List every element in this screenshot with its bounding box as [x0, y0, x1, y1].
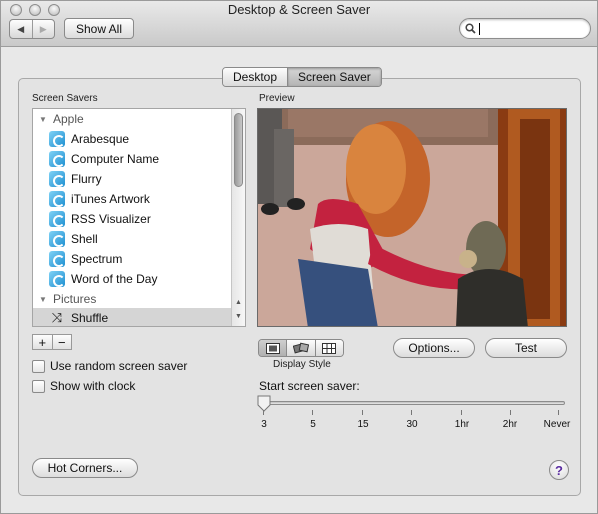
slider-tick-label: 5	[310, 419, 316, 430]
window-title: Desktop & Screen Saver	[227, 2, 371, 17]
text-caret	[479, 23, 480, 35]
disclosure-triangle-icon[interactable]: ▼	[39, 295, 47, 304]
title-bar: Desktop & Screen Saver ◀ ▶ Show All	[1, 1, 597, 47]
list-item-label: iTunes Artwork	[71, 192, 150, 206]
list-group-pictures[interactable]: ▼ Pictures	[33, 289, 232, 309]
list-item-label: Arabesque	[71, 132, 130, 146]
back-arrow-icon[interactable]: ◀	[10, 20, 32, 38]
scrollbar-thumb[interactable]	[234, 113, 243, 187]
help-icon[interactable]: ?	[549, 460, 569, 480]
slider-tick-label: 15	[357, 419, 369, 430]
list-item-label: Computer Name	[71, 152, 160, 166]
screen-saver-icon	[49, 171, 65, 187]
slider-tick	[461, 410, 462, 415]
tab-desktop[interactable]: Desktop	[223, 68, 288, 86]
show-all-button[interactable]: Show All	[64, 18, 134, 39]
preferences-window: Desktop & Screen Saver ◀ ▶ Show All Desk…	[0, 0, 598, 514]
preview-heading: Preview	[259, 93, 295, 104]
scroll-down-arrow-icon[interactable]: ▼	[235, 313, 242, 320]
slider-tick-label: 1hr	[454, 419, 470, 430]
collage-style-icon[interactable]	[286, 340, 315, 356]
screen-saver-icon	[49, 211, 65, 227]
screen-savers-heading: Screen Savers	[32, 93, 98, 104]
magnifier-icon	[465, 23, 476, 34]
shuffle-icon: ⤨	[51, 310, 63, 325]
search-field[interactable]	[459, 18, 591, 39]
disclosure-triangle-icon[interactable]: ▼	[39, 115, 47, 124]
checkbox-label: Use random screen saver	[50, 359, 188, 373]
add-remove-control: + −	[32, 334, 72, 350]
slider-tick	[510, 410, 511, 415]
display-style-label: Display Style	[273, 359, 331, 370]
screen-saver-icon	[49, 191, 65, 207]
screen-saver-icon	[49, 131, 65, 147]
mosaic-style-icon[interactable]	[314, 340, 343, 356]
list-item-label: Shuffle	[71, 311, 109, 325]
list-item-selected[interactable]: ⤨ Shuffle	[33, 308, 232, 326]
back-forward-control: ◀ ▶	[9, 19, 55, 39]
list-item[interactable]: iTunes Artwork	[33, 189, 232, 209]
list-group-apple[interactable]: ▼ Apple	[33, 109, 232, 129]
remove-button[interactable]: −	[51, 335, 72, 349]
screen-saver-icon	[49, 271, 65, 287]
scroll-up-arrow-icon[interactable]: ▲	[235, 299, 242, 306]
add-button[interactable]: +	[33, 335, 52, 349]
screen-saver-icon	[49, 231, 65, 247]
slider-tick-label: 3	[261, 419, 267, 430]
slider-tick	[263, 410, 264, 415]
tab-control: Desktop Screen Saver	[222, 67, 382, 87]
list-item[interactable]: Flurry	[33, 169, 232, 189]
slideshow-style-icon[interactable]	[259, 340, 287, 356]
preview-image	[257, 108, 567, 327]
group-label: Apple	[53, 112, 84, 126]
start-screen-saver-label: Start screen saver:	[259, 379, 360, 393]
list-scrollbar[interactable]: ▲ ▼	[231, 109, 245, 326]
forward-arrow-icon[interactable]: ▶	[31, 20, 55, 38]
start-screen-saver-slider[interactable]	[263, 401, 565, 405]
screen-saver-list[interactable]: ▼ Apple Arabesque Computer Name Flurry i…	[32, 108, 246, 327]
slider-tick	[312, 410, 313, 415]
slider-tick-label: 30	[406, 419, 418, 430]
preview-photo	[258, 109, 566, 326]
checkbox-label: Show with clock	[50, 379, 136, 393]
list-item[interactable]: RSS Visualizer	[33, 209, 232, 229]
list-item-label: Word of the Day	[71, 272, 158, 286]
tab-screen-saver[interactable]: Screen Saver	[287, 68, 381, 86]
show-clock-checkbox[interactable]: Show with clock	[32, 379, 135, 393]
checkbox-box[interactable]	[32, 359, 45, 373]
slider-tick	[558, 410, 559, 415]
screen-saver-icon	[49, 251, 65, 267]
group-label: Pictures	[53, 292, 97, 306]
list-item-label: Shell	[71, 232, 98, 246]
slider-tick-label: 2hr	[502, 419, 518, 430]
options-button[interactable]: Options...	[393, 338, 475, 358]
display-style-control	[258, 339, 344, 357]
slider-tick-label: Never	[543, 419, 571, 430]
list-item[interactable]: Arabesque	[33, 129, 232, 149]
list-item-label: RSS Visualizer	[71, 212, 151, 226]
list-item[interactable]: Computer Name	[33, 149, 232, 169]
test-button[interactable]: Test	[485, 338, 567, 358]
hot-corners-button[interactable]: Hot Corners...	[32, 458, 138, 478]
list-item[interactable]: Shell	[33, 229, 232, 249]
screen-saver-icon	[49, 151, 65, 167]
list-item[interactable]: Word of the Day	[33, 269, 232, 289]
list-item[interactable]: Spectrum	[33, 249, 232, 269]
use-random-checkbox[interactable]: Use random screen saver	[32, 359, 187, 373]
slider-tick	[362, 410, 363, 415]
checkbox-box[interactable]	[32, 379, 45, 393]
slider-tick	[411, 410, 412, 415]
list-item-label: Flurry	[71, 172, 102, 186]
list-item-label: Spectrum	[71, 252, 123, 266]
slider-knob-icon[interactable]	[257, 395, 271, 412]
